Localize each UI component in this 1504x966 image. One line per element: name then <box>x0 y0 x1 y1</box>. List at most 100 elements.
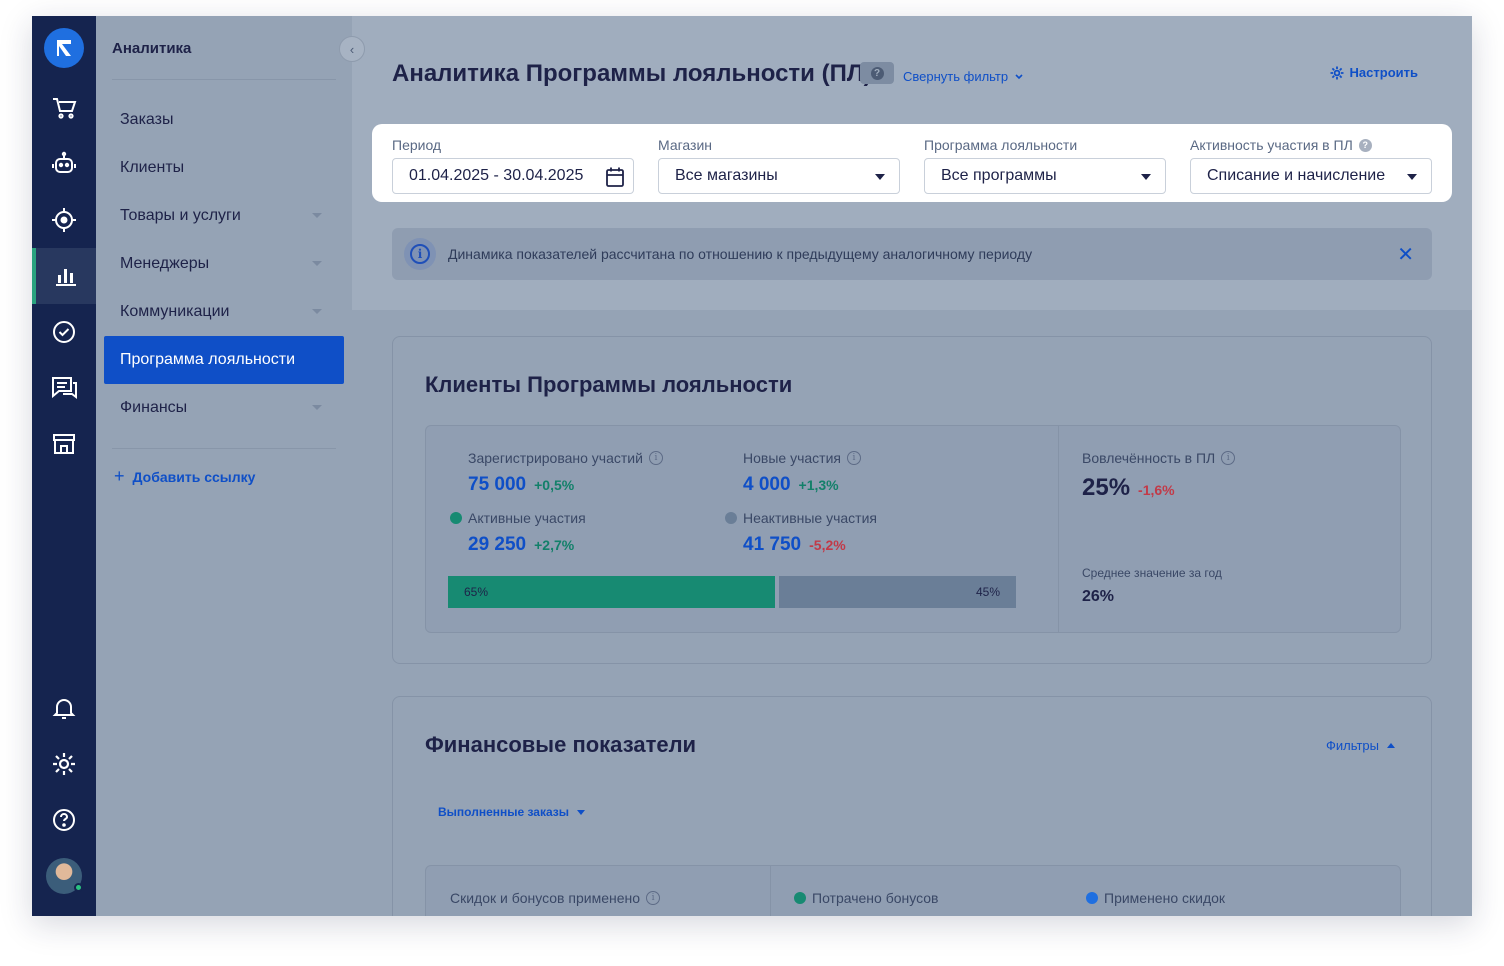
program-select[interactable]: Все программы <box>924 158 1166 194</box>
page-title: Аналитика Программы лояльности (ПЛ) <box>392 60 872 87</box>
filters-toggle[interactable]: Фильтры <box>1326 738 1395 753</box>
help-badge[interactable]: ? <box>860 62 894 84</box>
question-icon[interactable]: ? <box>1358 138 1372 152</box>
notice-text: Динамика показателей рассчитана по отнош… <box>448 246 1033 262</box>
help-icon: ? <box>870 66 884 80</box>
sidebar-item-label: Менеджеры <box>120 255 210 272</box>
icon-rail <box>32 16 96 916</box>
chat-icon[interactable] <box>32 360 96 416</box>
active-share-label: 65% <box>464 585 489 599</box>
info-notice: i Динамика показателей рассчитана по отн… <box>392 228 1432 280</box>
engagement-value: 25% <box>1082 474 1131 501</box>
bell-icon[interactable] <box>32 680 96 736</box>
info-icon[interactable]: i <box>1221 451 1236 465</box>
orders-select[interactable]: Выполненные заказы <box>438 805 586 819</box>
chevron-down-icon <box>1015 73 1023 79</box>
add-link-label: Добавить ссылку <box>132 468 256 485</box>
period-field[interactable]: 01.04.2025 - 30.04.2025 <box>392 158 634 194</box>
registered-delta: +0,5% <box>534 477 575 493</box>
sidebar-item-label: Финансы <box>120 399 188 416</box>
sidebar-divider <box>112 79 336 80</box>
program-filter: Программа лояльности Все программы <box>924 134 1166 194</box>
activity-value: Списание и начисление <box>1207 167 1386 184</box>
sidebar-item-orders[interactable]: Заказы <box>104 96 344 144</box>
configure-label: Настроить <box>1349 65 1418 80</box>
activity-select[interactable]: Списание и начисление <box>1190 158 1432 194</box>
sidebar-item-finance[interactable]: Финансы <box>104 384 344 432</box>
active-metric: Активные участия 29 250 +2,7% <box>450 510 586 556</box>
info-icon: i <box>404 238 436 270</box>
sidebar: Аналитика Заказы Клиенты Товары и услуги… <box>96 16 352 916</box>
collapse-sidebar-button[interactable]: ‹ <box>339 36 365 62</box>
info-icon[interactable]: i <box>648 451 663 465</box>
yearly-metric: Среднее значение за год 26% <box>1082 566 1222 606</box>
registered-value: 75 000 <box>468 474 527 495</box>
tasks-icon[interactable] <box>32 304 96 360</box>
active-value: 29 250 <box>468 534 527 555</box>
sidebar-item-managers[interactable]: Менеджеры <box>104 240 344 288</box>
configure-button[interactable]: Настроить <box>1330 65 1418 80</box>
collapse-filter-link[interactable]: Свернуть фильтр <box>903 69 1024 84</box>
applied-metric: Скидок и бонусов применено i <box>450 890 661 906</box>
program-value: Все программы <box>941 167 1057 184</box>
active-label: Активные участия <box>468 510 586 526</box>
clients-card: Клиенты Программы лояльности Зарегистрир… <box>392 336 1432 664</box>
finance-card-title: Финансовые показатели <box>425 732 697 757</box>
new-label: Новые участия <box>743 450 841 466</box>
sidebar-divider <box>112 448 336 449</box>
inactive-value: 41 750 <box>743 534 802 555</box>
inactive-dot-icon <box>725 512 737 524</box>
chevron-down-icon <box>312 213 322 218</box>
avatar[interactable] <box>46 858 83 894</box>
period-label: Период <box>392 137 442 153</box>
engagement-label: Вовлечённость в ПЛ <box>1082 450 1216 466</box>
spent-metric: Потрачено бонусов <box>794 890 938 906</box>
active-dot-icon <box>450 512 462 524</box>
analytics-icon[interactable] <box>32 248 96 304</box>
stats-divider <box>1058 426 1059 632</box>
activity-label-row: Активность участия в ПЛ ? <box>1190 134 1432 156</box>
caret-up-icon <box>1387 743 1395 748</box>
sidebar-item-clients[interactable]: Клиенты <box>104 144 344 192</box>
discounts-label: Применено скидок <box>1104 890 1226 906</box>
sidebar-item-communications[interactable]: Коммуникации <box>104 288 344 336</box>
orders-select-label: Выполненные заказы <box>438 805 570 819</box>
calendar-icon[interactable] <box>605 166 625 188</box>
target-icon[interactable] <box>32 192 96 248</box>
yearly-value: 26% <box>1082 588 1115 605</box>
chevron-down-icon <box>312 405 322 410</box>
inactive-metric: Неактивные участия 41 750 -5,2% <box>725 510 877 556</box>
spent-label: Потрачено бонусов <box>812 890 939 906</box>
add-link-button[interactable]: + Добавить ссылку <box>114 466 255 487</box>
new-delta: +1,3% <box>798 477 839 493</box>
info-icon[interactable]: i <box>646 891 661 905</box>
help-icon[interactable] <box>32 792 96 848</box>
inactive-share-label: 45% <box>975 585 1000 599</box>
registered-metric: Зарегистрировано участий i 75 000 +0,5% <box>468 450 663 496</box>
store-icon[interactable] <box>32 416 96 472</box>
filter-panel: Период 01.04.2025 - 30.04.2025 Магазин В… <box>372 124 1452 202</box>
sidebar-item-label: Программа лояльности <box>120 351 296 368</box>
bot-icon[interactable] <box>32 136 96 192</box>
settings-icon[interactable] <box>32 736 96 792</box>
shop-label: Магазин <box>658 137 713 153</box>
shop-select[interactable]: Все магазины <box>658 158 900 194</box>
active-share-segment: 65% <box>448 576 775 608</box>
clients-card-title: Клиенты Программы лояльности <box>425 372 793 397</box>
close-icon[interactable]: ✕ <box>1397 242 1414 267</box>
stats-divider <box>770 866 771 916</box>
cart-icon[interactable] <box>32 80 96 136</box>
plus-icon: + <box>114 466 125 486</box>
info-icon[interactable]: i <box>846 451 861 465</box>
main-content: Аналитика Программы лояльности (ПЛ) ? Св… <box>352 16 1472 916</box>
inactive-label: Неактивные участия <box>743 510 877 526</box>
chevron-down-icon <box>312 261 322 266</box>
sidebar-item-goods[interactable]: Товары и услуги <box>104 192 344 240</box>
finance-stats: Скидок и бонусов применено i Потрачено бо… <box>425 865 1401 916</box>
applied-label: Скидок и бонусов применено <box>450 890 641 906</box>
app-window: Аналитика Заказы Клиенты Товары и услуги… <box>32 16 1472 916</box>
sidebar-item-loyalty[interactable]: Программа лояльности <box>104 336 344 384</box>
logo-icon[interactable] <box>44 28 84 68</box>
spent-dot-icon <box>794 892 806 904</box>
inactive-delta: -5,2% <box>809 537 846 553</box>
